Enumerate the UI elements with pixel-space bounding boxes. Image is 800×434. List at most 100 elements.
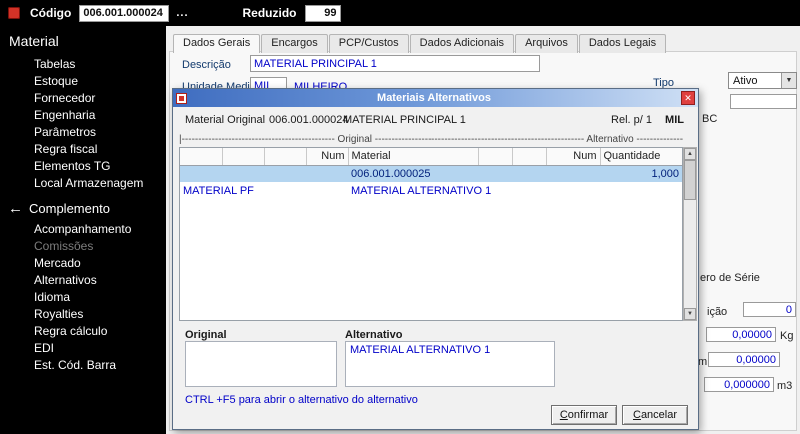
sidebar-item-elementos-tg[interactable]: Elementos TG	[0, 158, 166, 175]
original-alternativo-divider: |---------------------------------------…	[179, 134, 683, 145]
sidebar-item-mercado[interactable]: Mercado	[0, 255, 166, 272]
peso-input[interactable]	[706, 327, 776, 342]
sidebar-item-parametros[interactable]: Parâmetros	[0, 124, 166, 141]
grid-header-row: Num Material Num Quantidade	[180, 148, 682, 166]
sidebar-item-regra-fiscal[interactable]: Regra fiscal	[0, 141, 166, 158]
field1-input[interactable]	[743, 302, 796, 317]
unnamed-field-input[interactable]	[730, 94, 797, 109]
cancelar-button-label: Cancelar	[632, 409, 678, 421]
grid-cell	[222, 165, 264, 182]
sidebar-item-tabelas[interactable]: Tabelas	[0, 56, 166, 73]
chevron-down-icon[interactable]: ▼	[781, 73, 796, 88]
grid-cell	[512, 165, 546, 182]
grid-header-col	[222, 148, 265, 166]
original-group-box	[185, 341, 337, 387]
sidebar-section1-list: Tabelas Estoque Fornecedor Engenharia Parâme…	[0, 56, 166, 192]
dialog-title: Materiais Alternativos	[377, 92, 491, 104]
codigo-lookup-button[interactable]: ...	[176, 7, 188, 19]
tab-encargos[interactable]: Encargos	[261, 34, 328, 53]
tab-pcp-custos[interactable]: PCP/Custos	[328, 34, 409, 53]
sidebar-section2-list: Acompanhamento Comissões Mercado Alternativ…	[0, 221, 166, 374]
sidebar-title-complemento[interactable]: ← Complemento	[0, 192, 166, 221]
reduzido-input[interactable]	[304, 4, 341, 22]
descricao-label: Descrição	[182, 59, 231, 71]
tab-arquivos[interactable]: Arquivos	[515, 34, 578, 53]
sidebar-item-est-cod-barra[interactable]: Est. Cód. Barra	[0, 357, 166, 374]
tipo-select[interactable]: Ativo ▼	[728, 72, 797, 89]
reduzido-label: Reduzido	[242, 6, 297, 20]
rel-label: Rel. p/ 1	[611, 114, 652, 126]
grid-cell	[512, 182, 546, 199]
tab-dados-legais[interactable]: Dados Legais	[578, 34, 667, 53]
grid-cell: 006.001.000025	[351, 167, 431, 180]
alternativo-group-label: Alternativo	[345, 329, 403, 341]
app-window: Código ... Reduzido Material TabelasEsto…	[0, 0, 800, 434]
numero-serie-label-fragment: ero de Série	[700, 272, 760, 284]
tab-strip: Dados Gerais Encargos PCP/Custos Dados Adic…	[173, 34, 667, 53]
divider-original-label: |---------------------------------------…	[179, 134, 431, 145]
ctrl-f5-hint: CTRL +F5 para abrir o alternativo do alt…	[185, 394, 418, 406]
sidebar-item-acompanhamento[interactable]: Acompanhamento	[0, 221, 166, 238]
grid-header-quantidade: Quantidade	[600, 148, 682, 166]
sidebar: Material Tabelas Estoque Fornecedor Engenha…	[0, 26, 166, 434]
grid-header-col	[264, 148, 307, 166]
grid-vertical-scrollbar[interactable]: ▲ ▼	[683, 147, 697, 321]
confirmar-button[interactable]: Confirmar	[551, 405, 617, 425]
field3-label-fragment: m	[698, 356, 708, 368]
grid-cell	[264, 182, 306, 199]
close-icon[interactable]: ✕	[681, 91, 695, 105]
confirmar-button-label: Confirmar	[559, 409, 609, 421]
top-bar: Código ... Reduzido	[0, 0, 800, 26]
sidebar-item-fornecedor[interactable]: Fornecedor	[0, 90, 166, 107]
kg-unit-label: Kg	[780, 330, 794, 342]
codigo-input[interactable]	[79, 4, 170, 22]
tab-dados-gerais[interactable]: Dados Gerais	[173, 34, 261, 53]
dialog-button-row: Confirmar Cancelar	[551, 405, 688, 425]
sidebar-item-regra-calculo[interactable]: Regra cálculo	[0, 323, 166, 340]
sidebar-title-material: Material	[9, 33, 59, 49]
grid-header-col	[512, 148, 547, 166]
sidebar-item-alternativos[interactable]: Alternativos	[0, 272, 166, 289]
grid-cell: MATERIAL PF	[183, 184, 254, 197]
original-group-label: Original	[185, 329, 227, 341]
material-original-label: Material Original	[185, 114, 266, 126]
back-arrow-icon: ←	[8, 199, 23, 217]
sidebar-item-royalties[interactable]: Royalties	[0, 306, 166, 323]
dialog-body: Material Original 006.001.000024 MATERIA…	[173, 107, 698, 429]
field1-label-fragment: ição	[707, 306, 728, 318]
scrollbar-thumb[interactable]	[684, 160, 696, 200]
grid-header-col	[180, 148, 223, 166]
sidebar-item-idioma[interactable]: Idioma	[0, 289, 166, 306]
grid-header-col	[478, 148, 513, 166]
scroll-up-icon[interactable]: ▲	[684, 148, 696, 160]
descricao-input[interactable]	[250, 55, 540, 72]
grid-cell	[478, 165, 512, 182]
tab-dados-adicionais[interactable]: Dados Adicionais	[409, 34, 515, 53]
grid-row[interactable]: 006.001.000025 1,000	[180, 165, 682, 182]
grid-header-num: Num	[546, 148, 601, 166]
grid-row[interactable]: MATERIAL PF MATERIAL ALTERNATIVO 1	[180, 182, 682, 199]
grid-cell	[600, 182, 682, 199]
alternativo-group-box: MATERIAL ALTERNATIVO 1	[345, 341, 555, 387]
scroll-down-icon[interactable]: ▼	[684, 308, 696, 320]
grid-cell	[546, 182, 600, 199]
m3-unit-label: m3	[777, 380, 793, 392]
alternativos-grid-table: Num Material Num Quantidade 006.001.000025 1,…	[180, 148, 682, 199]
bc-label-fragment: BC	[702, 113, 718, 125]
grid-cell	[264, 165, 306, 182]
sidebar-item-local-armazenagem[interactable]: Local Armazenagem	[0, 175, 166, 192]
rel-unit: MIL	[665, 114, 684, 126]
volume-input[interactable]	[704, 377, 774, 392]
sidebar-item-comissoes: Comissões	[34, 239, 94, 253]
codigo-label: Código	[30, 6, 72, 20]
sidebar-item-engenharia[interactable]: Engenharia	[0, 107, 166, 124]
dialog-titlebar[interactable]: Materiais Alternativos ✕	[173, 89, 698, 107]
grid-cell: MATERIAL ALTERNATIVO 1	[351, 184, 492, 197]
app-icon	[8, 7, 20, 19]
divider-alternativo-label: ----------------------------------------…	[431, 134, 683, 145]
field3-input[interactable]	[708, 352, 780, 367]
alternativos-grid: Num Material Num Quantidade 006.001.000025 1,…	[179, 147, 683, 321]
sidebar-item-estoque[interactable]: Estoque	[0, 73, 166, 90]
sidebar-item-edi[interactable]: EDI	[0, 340, 166, 357]
cancelar-button[interactable]: Cancelar	[622, 405, 688, 425]
